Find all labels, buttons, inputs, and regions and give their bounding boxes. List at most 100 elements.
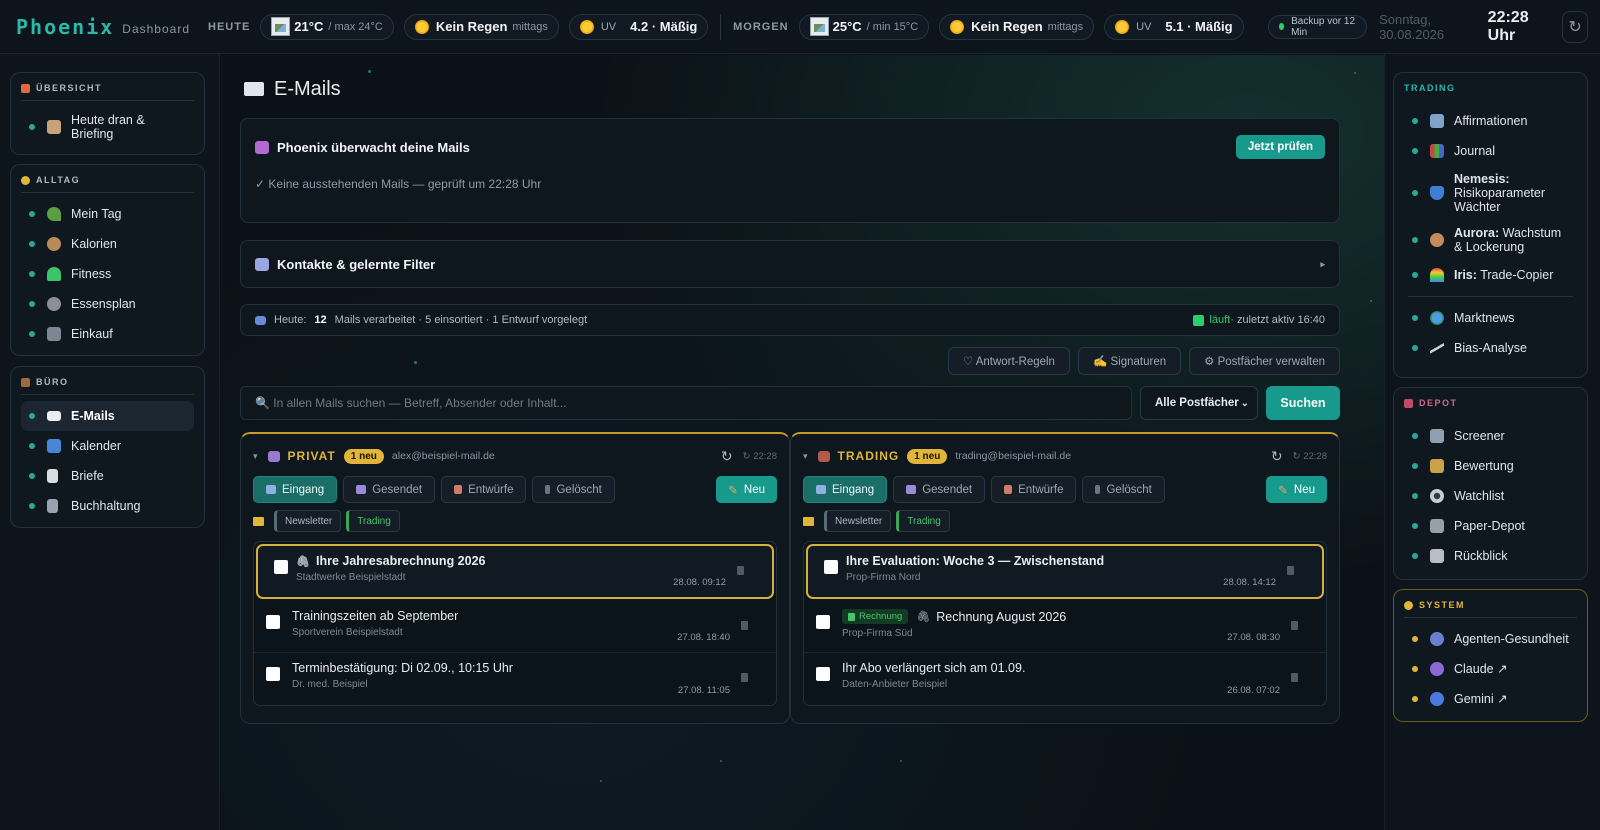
tab-gesendet[interactable]: Gesendet bbox=[893, 476, 986, 503]
nav-item-paper-depot[interactable]: Paper-Depot bbox=[1404, 511, 1577, 541]
mailbox-address: trading@beispiel-mail.de bbox=[955, 450, 1072, 462]
nav-item-bewertung[interactable]: Bewertung bbox=[1404, 451, 1577, 481]
signatures-button[interactable]: ✍ Signaturen bbox=[1077, 347, 1182, 375]
nav-item-journal[interactable]: Journal bbox=[1404, 136, 1577, 166]
nav-item-kalorien[interactable]: Kalorien bbox=[21, 229, 194, 259]
mail-checkbox[interactable] bbox=[824, 560, 838, 574]
expand-toggle-icon[interactable]: ▸ bbox=[1320, 259, 1325, 270]
tab-geloescht[interactable]: Gelöscht bbox=[1082, 476, 1165, 503]
mail-date: 27.08. 08:30 bbox=[1227, 632, 1280, 643]
nav-item-briefe[interactable]: Briefe bbox=[21, 461, 194, 491]
new-mail-button[interactable]: ✎ Neu bbox=[1266, 476, 1327, 503]
refresh-icon[interactable]: ↻ bbox=[721, 448, 733, 465]
mail-row[interactable]: 🖇 Ihre Jahresabrechnung 2026 Stadtwerke B… bbox=[256, 544, 774, 599]
nav-item-aurora[interactable]: Aurora: Wachstum & Lockerung bbox=[1404, 220, 1577, 260]
app-logo: Phoenix bbox=[16, 14, 115, 39]
nav-item-nemesis[interactable]: Nemesis: Risikoparameter Wächter bbox=[1404, 166, 1577, 220]
mail-checkbox[interactable] bbox=[266, 667, 280, 681]
stats-bar: Heute: 12 Mails verarbeitet · 5 einsorti… bbox=[240, 304, 1340, 336]
mail-checkbox[interactable] bbox=[816, 667, 830, 681]
home-icon bbox=[267, 450, 280, 462]
mail-row[interactable]: Ihr Abo verlängert sich am 01.09. Daten-… bbox=[804, 653, 1326, 705]
new-count-badge: 1 neu bbox=[343, 448, 384, 464]
last-refresh-time: ↻ 22:28 bbox=[1292, 450, 1327, 462]
search-button[interactable]: Suchen bbox=[1266, 386, 1340, 420]
app-logo-subtitle: Dashboard bbox=[122, 22, 191, 36]
delete-icon[interactable] bbox=[1291, 621, 1298, 630]
delete-icon[interactable] bbox=[737, 566, 744, 575]
filter-chip-newsletter[interactable]: Newsletter bbox=[824, 510, 892, 532]
trash-icon bbox=[1095, 485, 1101, 494]
nav-item-mein-tag[interactable]: Mein Tag bbox=[21, 199, 194, 229]
tab-entwuerfe[interactable]: Entwürfe bbox=[991, 476, 1077, 503]
filter-chip-newsletter[interactable]: Newsletter bbox=[274, 510, 342, 532]
nav-item-rueckblick[interactable]: Rückblick bbox=[1404, 541, 1577, 571]
shield-icon bbox=[1430, 186, 1444, 200]
section-alltag: ALLTAG Mein Tag Kalorien Fitness Essensp… bbox=[10, 164, 205, 356]
nav-item-claude[interactable]: Claude ↗ bbox=[1404, 654, 1577, 684]
mailbox-select[interactable]: Alle Postfächer ⌄ bbox=[1140, 386, 1258, 420]
filter-chip-trading[interactable]: Trading bbox=[896, 510, 950, 532]
mail-subject: Ihr Abo verlängert sich am 01.09. bbox=[842, 661, 1026, 675]
new-mail-button[interactable]: ✎ Neu bbox=[716, 476, 777, 503]
reply-rules-button[interactable]: ♡ Antwort-Regeln bbox=[947, 347, 1070, 375]
mail-row[interactable]: Rechnung 🖇 Rechnung August 2026 Prop-Fir… bbox=[804, 601, 1326, 653]
filter-chip-trading[interactable]: Trading bbox=[346, 510, 400, 532]
section-depot: DEPOT Screener Bewertung Watchlist Paper… bbox=[1393, 387, 1588, 580]
nav-item-einkauf[interactable]: Einkauf bbox=[21, 319, 194, 349]
right-sidebar: TRADING Affirmationen Journal Nemesis: R… bbox=[1384, 54, 1600, 830]
mail-subject: Rechnung August 2026 bbox=[936, 609, 1067, 624]
tab-entwuerfe[interactable]: Entwürfe bbox=[441, 476, 527, 503]
weather-image-icon bbox=[809, 17, 829, 36]
today-label: HEUTE bbox=[208, 20, 251, 33]
letter-icon bbox=[47, 469, 58, 483]
mailbox-address: alex@beispiel-mail.de bbox=[391, 450, 495, 462]
contacts-filter-panel[interactable]: Kontakte & gelernte Filter ▸ bbox=[240, 240, 1340, 288]
today-uv: UV 4.2 · Mäßig bbox=[568, 13, 709, 40]
tab-gesendet[interactable]: Gesendet bbox=[343, 476, 436, 503]
collapse-caret-icon[interactable]: ▾ bbox=[803, 451, 808, 462]
mail-checkbox[interactable] bbox=[816, 615, 830, 629]
delete-icon[interactable] bbox=[1287, 566, 1294, 575]
mail-checkbox[interactable] bbox=[266, 615, 280, 629]
collapse-caret-icon[interactable]: ▾ bbox=[253, 451, 258, 462]
refresh-button[interactable]: ↻ bbox=[1562, 10, 1589, 43]
mail-row[interactable]: Trainingszeiten ab September Sportverein… bbox=[254, 601, 776, 653]
nav-item-e-mails[interactable]: E-Mails bbox=[21, 401, 194, 431]
nav-item-fitness[interactable]: Fitness bbox=[21, 259, 194, 289]
nav-item-screener[interactable]: Screener bbox=[1404, 421, 1577, 451]
tab-eingang[interactable]: Eingang bbox=[803, 476, 888, 503]
mail-checkbox[interactable] bbox=[274, 560, 288, 574]
nav-item-heute-briefing[interactable]: Heute dran & Briefing bbox=[21, 107, 194, 147]
mail-date: 28.08. 14:12 bbox=[1223, 577, 1276, 588]
nav-item-bias-analyse[interactable]: Bias-Analyse bbox=[1404, 333, 1577, 363]
eye-icon bbox=[1430, 489, 1444, 503]
delete-icon[interactable] bbox=[741, 673, 748, 682]
plate-icon bbox=[47, 297, 61, 311]
mail-search-input[interactable]: 🔍 In allen Mails suchen — Betreff, Absen… bbox=[240, 386, 1132, 420]
nav-item-marktnews[interactable]: Marktnews bbox=[1404, 303, 1577, 333]
tab-eingang[interactable]: Eingang bbox=[253, 476, 338, 503]
calendar-icon bbox=[47, 439, 61, 453]
nav-item-affirmationen[interactable]: Affirmationen bbox=[1404, 106, 1577, 136]
nav-item-buchhaltung[interactable]: Buchhaltung bbox=[21, 491, 194, 521]
nav-item-agenten-gesundheit[interactable]: Agenten-Gesundheit bbox=[1404, 624, 1577, 654]
nav-item-gemini[interactable]: Gemini ↗ bbox=[1404, 684, 1577, 714]
gemini-icon bbox=[1430, 692, 1444, 706]
pencil-icon: ✎ bbox=[728, 484, 738, 497]
tab-geloescht[interactable]: Gelöscht bbox=[532, 476, 615, 503]
nav-item-watchlist[interactable]: Watchlist bbox=[1404, 481, 1577, 511]
delete-icon[interactable] bbox=[741, 621, 748, 630]
check-now-button[interactable]: Jetzt prüfen bbox=[1235, 135, 1325, 159]
delete-icon[interactable] bbox=[1291, 673, 1298, 682]
manage-mailboxes-button[interactable]: ⚙ Postfächer verwalten bbox=[1189, 347, 1340, 375]
clipboard-icon bbox=[47, 120, 61, 134]
mail-subject: Trainingszeiten ab September bbox=[292, 609, 459, 623]
nav-item-kalender[interactable]: Kalender bbox=[21, 431, 194, 461]
mail-row[interactable]: Ihre Evaluation: Woche 3 — Zwischenstand… bbox=[806, 544, 1324, 599]
nav-item-essensplan[interactable]: Essensplan bbox=[21, 289, 194, 319]
mail-row[interactable]: Terminbestätigung: Di 02.09., 10:15 Uhr … bbox=[254, 653, 776, 705]
nav-item-iris[interactable]: Iris: Trade-Copier bbox=[1404, 260, 1577, 290]
refresh-icon[interactable]: ↻ bbox=[1271, 448, 1283, 465]
tomorrow-rain: Kein Regen mittags bbox=[939, 13, 1095, 40]
